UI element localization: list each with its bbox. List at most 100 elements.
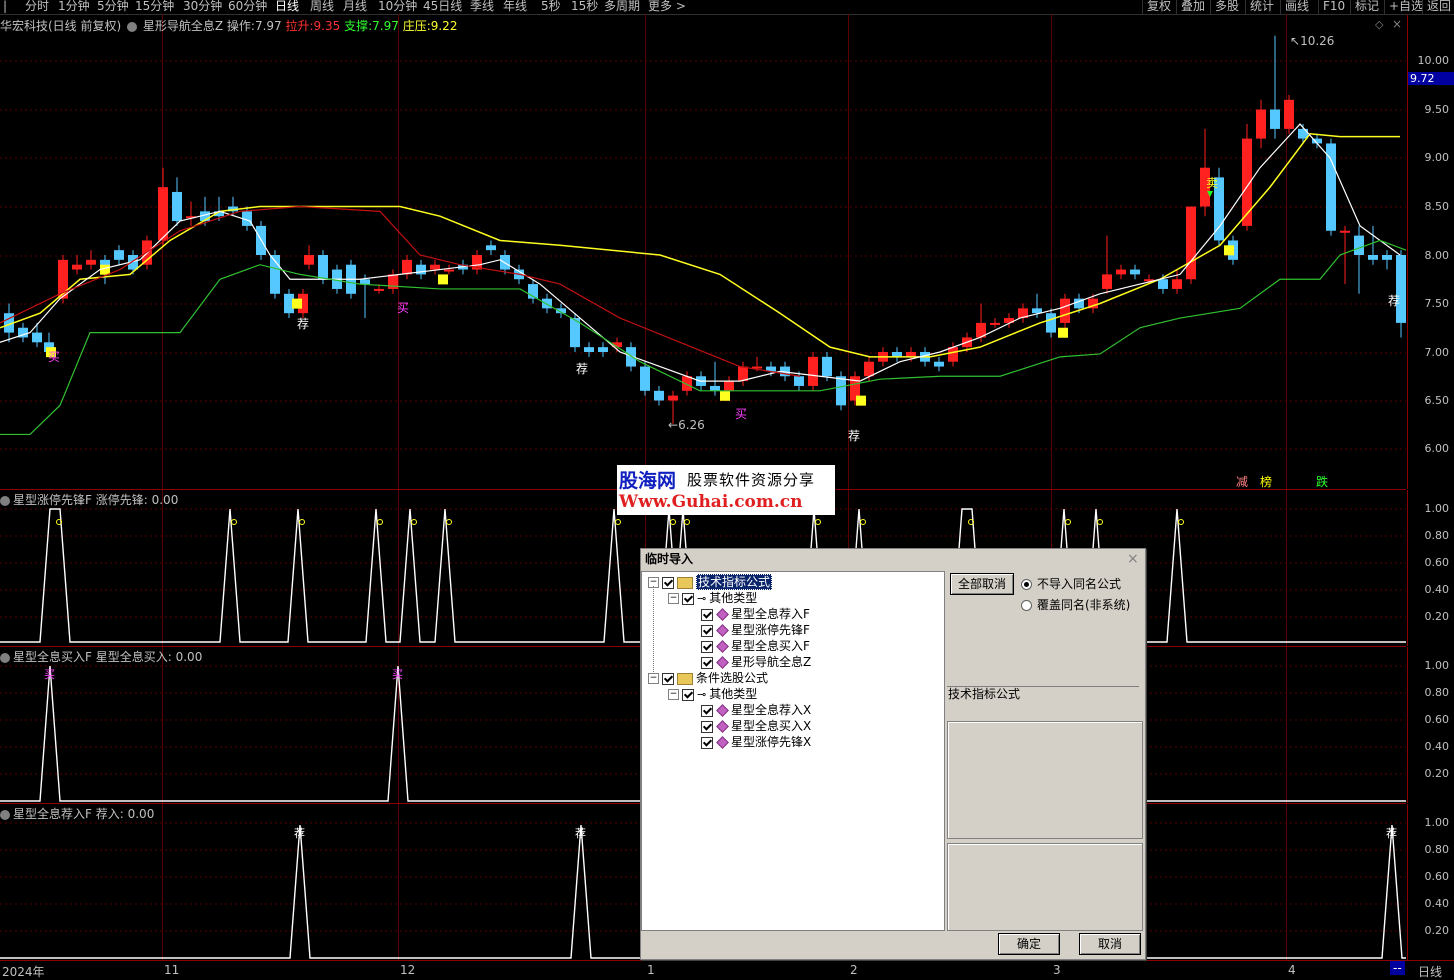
buy-mark: 买 [397,301,409,315]
toolbar-button[interactable]: 复权 [1142,0,1175,14]
period-tab[interactable]: 分时 [25,0,49,14]
toolbar-button[interactable]: 多股 [1210,0,1243,14]
cancel-all-button[interactable]: 全部取消 [950,573,1014,595]
candle-body [948,347,958,362]
tree-node[interactable]: − 条件选股公式 [648,670,768,686]
candle-body [1116,269,1126,275]
period-label[interactable]: 日线 [1418,963,1442,980]
checkbox-checked-icon[interactable] [701,704,713,717]
cancel-button[interactable]: 取消 [1079,933,1141,955]
period-tab[interactable]: 多周期 [604,0,640,14]
checkbox-checked-icon[interactable] [701,656,713,669]
highlight-block [1058,327,1068,338]
checkbox-checked-icon[interactable] [701,720,713,733]
radio-icon[interactable] [1021,600,1032,611]
tree-node[interactable]: 星型全息荐入F [688,606,810,622]
candle-body [1172,279,1182,289]
highlight-block [1224,245,1234,256]
checkbox-checked-icon[interactable] [701,640,713,653]
tree-node[interactable]: 星型全息买入F [688,638,810,654]
checkbox-checked-icon[interactable] [701,608,713,621]
cursor-indicator[interactable]: -- [1390,961,1405,975]
tree-node[interactable]: − ⊸ 其他类型 [668,590,757,606]
toolbar-left-icon[interactable]: | [3,0,7,14]
candle-body [990,322,1000,325]
candle-body [808,356,818,386]
period-tab[interactable]: 15秒 [571,0,598,14]
candle-body [794,376,804,386]
watermark-url: Www.Guhai.com.cn [619,492,803,512]
close-icon[interactable]: × [1127,551,1139,567]
ok-button[interactable]: 确定 [998,933,1060,955]
checkbox-checked-icon[interactable] [701,624,713,637]
period-tab[interactable]: 更多 > [648,0,686,14]
period-tab[interactable]: 1分钟 [58,0,90,14]
description-box[interactable] [947,721,1143,839]
checkbox-checked-icon[interactable] [682,592,694,605]
period-tab[interactable]: 月线 [343,0,367,14]
radio-skip-same[interactable]: 不导入同名公式 [1021,575,1121,592]
tree-node[interactable]: 星型涨停先锋X [688,734,811,750]
tree-node[interactable]: 星型涨停先锋F [688,622,810,638]
main-kline-panel[interactable]: 华宏科技(日线 前复权) 星形导航全息Z 操作:7.97 拉升:9.35 支撑:… [0,15,1406,490]
formula-tree[interactable]: − 技术指标公式 − ⊸ 其他类型 星型全息荐入F 星型涨停先锋F 星型全息买入F 星形导航全息… [641,571,945,931]
preview-box[interactable] [947,843,1143,931]
y-tick-label: 6.00 [1424,442,1450,455]
collapse-icon[interactable]: − [668,689,679,700]
candle-body [158,187,168,241]
signal-mark: 荐 [294,827,305,840]
radio-overwrite[interactable]: 覆盖同名(非系统) [1021,596,1130,613]
tree-node-label: 其他类型 [709,591,758,605]
y-tick-label: 6.50 [1424,394,1450,407]
toolbar-button[interactable]: 叠加 [1176,0,1209,14]
watermark-slogan: 股票软件资源分享 [687,471,816,489]
checkbox-checked-icon[interactable] [701,736,713,749]
collapse-icon[interactable]: − [648,673,659,684]
signal-dot [1065,519,1071,525]
time-axis: 2024年 11 12 1 2 3 4 -- 日线 [0,960,1454,980]
y-tick-label: 0.20 [1424,767,1450,780]
period-toolbar: 分时 1分钟 5分钟 15分钟 30分钟 60分钟 日线 周线 月线 10分钟 45日线 季线 年线 5秒… [0,0,1454,15]
candle-body [1354,235,1364,255]
formula-icon [716,656,729,669]
candle-body [32,332,42,343]
period-tab[interactable]: 周线 [310,0,334,14]
collapse-icon[interactable]: − [668,593,679,604]
period-tab[interactable]: 30分钟 [183,0,222,14]
toolbar-button[interactable]: 画线 [1280,0,1313,14]
signal-mark: 荐 [575,827,586,840]
period-tab[interactable]: 15分钟 [135,0,174,14]
period-tab[interactable]: 日线 [275,0,299,14]
y-tick-label: 0.80 [1424,686,1450,699]
tree-node[interactable]: 星型全息荐入X [688,702,811,718]
tree-node[interactable]: 星形导航全息Z [688,654,811,670]
period-tab[interactable]: 5分钟 [97,0,129,14]
candle-body [304,255,314,265]
period-tab[interactable]: 年线 [503,0,527,14]
checkbox-checked-icon[interactable] [662,576,674,589]
buy-mark: 买 [735,407,747,421]
toolbar-button[interactable]: 返回 [1422,0,1454,14]
checkbox-checked-icon[interactable] [682,688,694,701]
period-tab[interactable]: 5秒 [541,0,561,14]
tree-node[interactable]: 星型全息买入X [688,718,811,734]
candle-body [1326,143,1336,231]
radio-selected-icon[interactable] [1021,579,1032,590]
highlight-block [856,395,866,406]
period-tab[interactable]: 10分钟 [378,0,417,14]
tree-node[interactable]: − 技术指标公式 [648,574,773,590]
toolbar-button[interactable]: F10 [1318,0,1349,14]
candle-body [486,245,496,251]
toolbar-button[interactable]: 统计 [1245,0,1278,14]
checkbox-checked-icon[interactable] [662,672,674,685]
toolbar-button[interactable]: 标记 [1350,0,1383,14]
toolbar-button[interactable]: +自选 [1384,0,1427,14]
candle-body [724,381,734,391]
candle-body [710,385,720,391]
period-tab[interactable]: 45日线 [423,0,462,14]
tree-node[interactable]: − ⊸ 其他类型 [668,686,757,702]
period-tab[interactable]: 60分钟 [228,0,267,14]
period-tab[interactable]: 季线 [470,0,494,14]
signal-dot [615,519,621,525]
signal-dot [1178,519,1184,525]
